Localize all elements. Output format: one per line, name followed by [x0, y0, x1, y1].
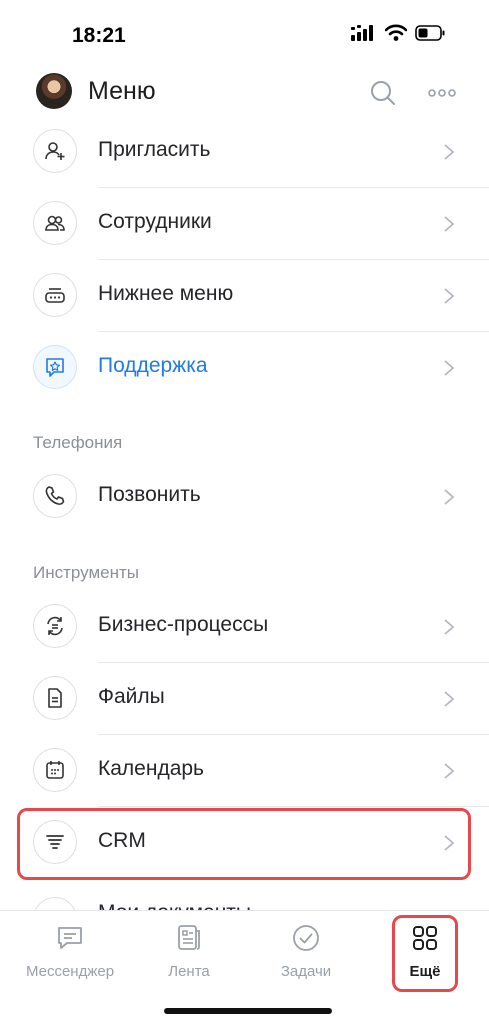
search-icon[interactable]: [368, 78, 398, 108]
tab-feed[interactable]: Лента: [134, 911, 244, 991]
chevron-right-icon: [444, 216, 455, 232]
menu-item-label: Поддержка: [98, 354, 208, 377]
feed-icon: [178, 925, 200, 950]
wifi-icon: [385, 24, 407, 41]
section-header-telephony: Телефония: [33, 433, 123, 452]
chevron-right-icon: [444, 360, 455, 376]
tab-messenger[interactable]: Мессенджер: [15, 911, 125, 991]
tab-tasks[interactable]: Задачи: [251, 911, 361, 991]
menu-item-invite[interactable]: Пригласить: [0, 116, 489, 188]
crm-highlight-box: [17, 808, 471, 880]
chevron-right-icon: [444, 691, 455, 707]
menu-item-employees[interactable]: Сотрудники: [0, 188, 489, 260]
tab-more-highlight-box: [392, 915, 458, 992]
menu-item-files[interactable]: Файлы: [0, 663, 489, 735]
menu-item-support[interactable]: Поддержка: [0, 332, 489, 404]
status-icons: [351, 24, 445, 42]
menu-item-bottom-menu[interactable]: Нижнее меню: [0, 260, 489, 332]
menu-item-calendar[interactable]: Календарь: [0, 735, 489, 807]
cellular-signal-icon: [351, 25, 373, 41]
bottom-menu-icon: [45, 288, 65, 303]
chevron-right-icon: [444, 763, 455, 779]
menu-item-label: Пригласить: [98, 138, 211, 161]
tasks-check-icon: [293, 925, 319, 951]
support-star-icon: [46, 358, 64, 377]
add-user-icon: [45, 142, 65, 160]
tab-label: Мессенджер: [25, 963, 115, 980]
menu-item-label: Бизнес-процессы: [98, 613, 269, 636]
header: Меню: [0, 66, 489, 122]
menu-item-label: Календарь: [98, 757, 204, 780]
page-title: Меню: [88, 77, 156, 105]
calendar-icon: [46, 761, 64, 779]
chevron-right-icon: [444, 619, 455, 635]
menu-item-label: Сотрудники: [98, 210, 212, 233]
chevron-right-icon: [444, 489, 455, 505]
menu-item-label: Позвонить: [98, 483, 201, 506]
tab-label: Лента: [168, 963, 210, 980]
status-time: 18:21: [72, 24, 126, 47]
more-dots-icon[interactable]: [424, 78, 460, 108]
business-process-icon: [47, 616, 63, 636]
home-indicator[interactable]: [164, 1008, 332, 1014]
menu-item-label: Файлы: [98, 685, 165, 708]
chevron-right-icon: [444, 288, 455, 304]
menu-item-call[interactable]: Позвонить: [0, 461, 489, 533]
menu-item-my-documents[interactable]: Мои документы: [0, 893, 489, 911]
battery-icon: [415, 25, 445, 41]
status-bar: 18:21: [0, 0, 489, 66]
file-icon: [48, 688, 62, 708]
menu-item-business-processes[interactable]: Бизнес-процессы: [0, 591, 489, 663]
employees-icon: [45, 215, 65, 231]
menu-item-label: Нижнее меню: [98, 282, 234, 305]
section-header-tools: Инструменты: [33, 563, 140, 582]
phone-icon: [45, 486, 65, 505]
chat-icon: [58, 927, 82, 949]
chevron-right-icon: [444, 144, 455, 160]
avatar[interactable]: [36, 73, 72, 109]
tab-label: Задачи: [280, 963, 332, 980]
documents-pen-icon: [33, 897, 77, 911]
